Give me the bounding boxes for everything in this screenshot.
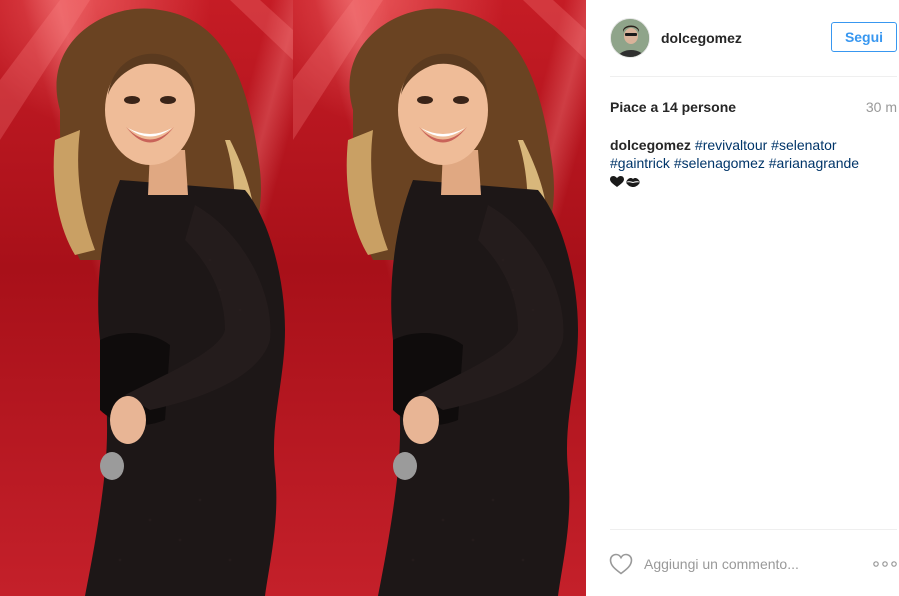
hashtag-link[interactable]: #selenator [771, 137, 836, 153]
hashtag-link[interactable]: #gaintrick [610, 155, 670, 171]
black-heart-icon [610, 176, 624, 187]
hashtag-link[interactable]: #selenagomez [674, 155, 765, 171]
likes-row: Piace a 14 persone 30 m [610, 98, 897, 116]
follow-button[interactable]: Segui [831, 22, 897, 52]
post-timestamp[interactable]: 30 m [866, 99, 897, 115]
photo-left-half [0, 0, 293, 596]
avatar-image [611, 19, 649, 57]
heart-outline-icon [609, 553, 633, 575]
post-header: dolcegomez Segui [610, 18, 899, 58]
like-button[interactable] [608, 552, 634, 576]
comment-bar [608, 551, 899, 577]
caption-author[interactable]: dolcegomez [610, 137, 691, 153]
avatar[interactable] [610, 18, 650, 58]
post-side-panel: dolcegomez Segui Piace a 14 persone 30 m… [586, 0, 899, 596]
footer-divider [610, 529, 897, 530]
kiss-mark-icon [626, 178, 640, 187]
comment-input[interactable] [644, 556, 844, 572]
more-options-button[interactable] [873, 554, 897, 574]
photo-right-half [293, 0, 586, 596]
likes-count[interactable]: Piace a 14 persone [610, 99, 736, 115]
post-photo[interactable] [0, 0, 586, 596]
caption-emojis [610, 173, 891, 191]
post-caption: dolcegomez #revivaltour #selenator #gaint… [610, 136, 891, 191]
hashtag-link[interactable]: #arianagrande [769, 155, 859, 171]
hashtag-link[interactable]: #revivaltour [695, 137, 767, 153]
username[interactable]: dolcegomez [661, 30, 742, 46]
header-divider [610, 76, 897, 77]
more-dots-icon [873, 561, 897, 567]
